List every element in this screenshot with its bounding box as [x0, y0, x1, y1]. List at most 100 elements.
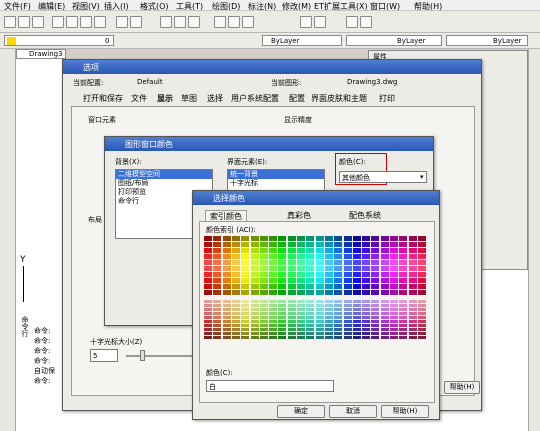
color-swatch[interactable]	[222, 304, 231, 307]
color-swatch[interactable]	[269, 236, 278, 241]
color-swatch[interactable]	[306, 290, 315, 295]
color-swatch[interactable]	[306, 266, 315, 271]
color-swatch[interactable]	[297, 284, 305, 289]
color-swatch[interactable]	[362, 272, 371, 277]
color-swatch[interactable]	[287, 332, 296, 335]
color-swatch[interactable]	[408, 308, 417, 311]
color-swatch[interactable]	[269, 328, 278, 331]
color-swatch[interactable]	[343, 290, 352, 295]
color-swatch[interactable]	[334, 320, 343, 323]
color-swatch[interactable]	[371, 320, 380, 323]
cancel-button[interactable]: 取消	[329, 405, 377, 418]
color-swatch[interactable]	[371, 304, 380, 307]
color-swatch[interactable]	[390, 336, 398, 339]
color-swatch[interactable]	[343, 272, 352, 277]
color-swatch[interactable]	[241, 300, 250, 303]
color-swatch[interactable]	[241, 260, 250, 265]
color-swatch[interactable]	[287, 316, 296, 319]
aci-palette[interactable]	[204, 236, 432, 358]
color-swatch[interactable]	[334, 290, 343, 295]
color-swatch[interactable]	[297, 236, 305, 241]
color-swatch[interactable]	[231, 308, 240, 311]
ok-button[interactable]: 确定	[277, 405, 325, 418]
color-swatch[interactable]	[352, 272, 361, 277]
color-swatch[interactable]	[362, 336, 371, 339]
color-swatch[interactable]	[315, 324, 324, 327]
color-swatch[interactable]	[259, 242, 268, 247]
color-swatch[interactable]	[343, 320, 352, 323]
color-swatch[interactable]	[231, 260, 240, 265]
options-help-button[interactable]: 帮助(H)	[444, 381, 480, 394]
color-swatch[interactable]	[408, 284, 417, 289]
cut-icon[interactable]	[66, 16, 78, 28]
color-swatch[interactable]	[324, 312, 333, 315]
color-swatch[interactable]	[371, 332, 380, 335]
color-swatch[interactable]	[204, 290, 212, 295]
color-swatch[interactable]	[417, 308, 426, 311]
color-swatch[interactable]	[213, 266, 222, 271]
color-swatch[interactable]	[362, 248, 371, 253]
tab-5[interactable]: 用户系统配置	[231, 93, 279, 104]
color-swatch[interactable]	[306, 320, 315, 323]
color-swatch[interactable]	[306, 332, 315, 335]
color-swatch[interactable]	[315, 242, 324, 247]
color-swatch[interactable]	[204, 272, 212, 277]
color-swatch[interactable]	[213, 272, 222, 277]
tab-8[interactable]: 打印	[379, 93, 395, 104]
color-swatch[interactable]	[343, 248, 352, 253]
color-swatch[interactable]	[417, 316, 426, 319]
color-swatch[interactable]	[315, 308, 324, 311]
color-swatch[interactable]	[250, 332, 259, 335]
color-swatch[interactable]	[417, 312, 426, 315]
color-swatch[interactable]	[352, 254, 361, 259]
color-swatch[interactable]	[306, 304, 315, 307]
color-swatch[interactable]	[352, 304, 361, 307]
color-swatch[interactable]	[269, 300, 278, 303]
color-swatch[interactable]	[408, 300, 417, 303]
color-swatch[interactable]	[380, 254, 389, 259]
color-dropdown[interactable]: 其他颜色 ▾	[339, 171, 427, 183]
color-swatch[interactable]	[324, 320, 333, 323]
color-swatch[interactable]	[324, 266, 333, 271]
crosshair-size-input[interactable]: 5	[90, 349, 118, 362]
color-swatch[interactable]	[399, 272, 408, 277]
color-swatch[interactable]	[287, 248, 296, 253]
color-swatch[interactable]	[204, 236, 212, 241]
color-swatch[interactable]	[371, 312, 380, 315]
color-swatch[interactable]	[343, 332, 352, 335]
color-swatch[interactable]	[324, 332, 333, 335]
color-swatch[interactable]	[343, 278, 352, 283]
selected-color-input[interactable]: 白	[206, 380, 334, 392]
color-swatch[interactable]	[380, 248, 389, 253]
color-swatch[interactable]	[213, 304, 222, 307]
color-swatch[interactable]	[343, 336, 352, 339]
color-swatch[interactable]	[259, 260, 268, 265]
color-swatch[interactable]	[297, 312, 305, 315]
color-swatch[interactable]	[287, 328, 296, 331]
color-swatch[interactable]	[380, 300, 389, 303]
color-swatch[interactable]	[204, 260, 212, 265]
color-swatch[interactable]	[222, 290, 231, 295]
color-swatch[interactable]	[362, 278, 371, 283]
color-swatch[interactable]	[408, 278, 417, 283]
color-swatch[interactable]	[324, 324, 333, 327]
color-swatch[interactable]	[241, 266, 250, 271]
color-swatch[interactable]	[324, 260, 333, 265]
color-swatch[interactable]	[241, 272, 250, 277]
element-item[interactable]: 统一背景	[228, 170, 324, 179]
color-swatch[interactable]	[315, 320, 324, 323]
color-swatch[interactable]	[204, 332, 212, 335]
color-swatch[interactable]	[222, 312, 231, 315]
color-swatch[interactable]	[269, 336, 278, 339]
color-swatch[interactable]	[278, 312, 287, 315]
color-swatch[interactable]	[250, 278, 259, 283]
color-swatch[interactable]	[250, 300, 259, 303]
color-swatch[interactable]	[269, 266, 278, 271]
color-swatch[interactable]	[417, 266, 426, 271]
color-swatch[interactable]	[352, 324, 361, 327]
color-swatch[interactable]	[390, 316, 398, 319]
color-swatch[interactable]	[250, 328, 259, 331]
color-swatch[interactable]	[324, 316, 333, 319]
markup-icon[interactable]	[314, 16, 326, 28]
color-swatch[interactable]	[380, 290, 389, 295]
